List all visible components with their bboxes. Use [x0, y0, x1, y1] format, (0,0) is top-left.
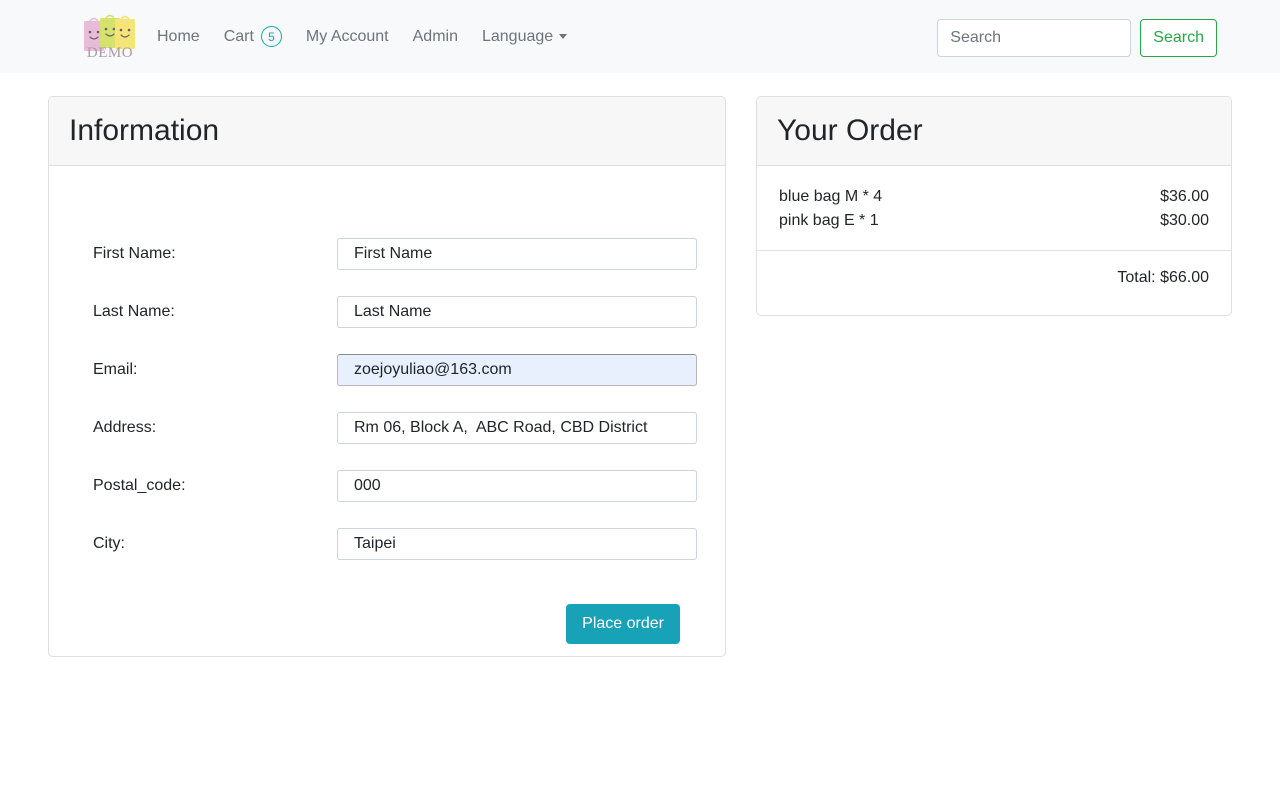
search-input[interactable]: [937, 19, 1132, 57]
nav-link-cart-label: Cart: [223, 27, 254, 45]
form-row-email: Email:: [49, 354, 725, 386]
information-card: Information First Name: Last Name: Email…: [48, 96, 726, 657]
top-navbar: DEMO Home Cart 5 My Account Admin Langua…: [0, 0, 1280, 73]
order-summary-card: Your Order blue bag M * 4 $36.00 pink ba…: [756, 96, 1232, 316]
order-total: Total: $66.00: [1117, 269, 1209, 286]
nav-link-home[interactable]: Home: [157, 20, 212, 54]
place-order-button[interactable]: Place order: [566, 604, 680, 645]
form-row-city: City:: [49, 528, 725, 560]
order-item-price: $36.00: [1160, 188, 1209, 205]
cart-count-badge: 5: [260, 26, 282, 47]
nav-link-language[interactable]: Language: [470, 20, 579, 54]
address-field[interactable]: [337, 412, 697, 444]
postal-code-field[interactable]: [337, 470, 697, 502]
demo-bags-logo-icon: DEMO: [84, 14, 135, 61]
nav-link-my-account[interactable]: My Account: [294, 20, 401, 54]
brand-logo[interactable]: DEMO: [80, 13, 140, 61]
order-item-name: pink bag E * 1: [779, 212, 879, 229]
order-summary-title: Your Order: [777, 114, 923, 147]
nav-link-admin[interactable]: Admin: [401, 20, 470, 54]
nav-link-cart[interactable]: Cart 5: [212, 18, 294, 55]
form-row-last-name: Last Name:: [49, 296, 725, 328]
information-card-header: Information: [49, 97, 725, 166]
chevron-down-icon: [559, 34, 568, 39]
search-area: Search: [937, 19, 1217, 57]
submit-row: Place order: [49, 604, 725, 645]
page-title: Information: [69, 114, 220, 147]
nav-link-language-label: Language: [481, 27, 554, 45]
first-name-field[interactable]: [337, 238, 697, 270]
email-field[interactable]: [337, 354, 697, 386]
last-name-field[interactable]: [337, 296, 697, 328]
nav-link-my-account-label: My Account: [305, 27, 389, 45]
order-items-list: blue bag M * 4 $36.00 pink bag E * 1 $30…: [757, 166, 1231, 250]
form-row-first-name: First Name:: [49, 238, 725, 270]
svg-text:DEMO: DEMO: [87, 45, 133, 61]
form-row-postal-code: Postal_code:: [49, 470, 725, 502]
checkout-form: First Name: Last Name: Email: Address: P…: [49, 238, 725, 797]
email-label: Email:: [93, 361, 138, 378]
form-row-address: Address:: [49, 412, 725, 444]
list-item: pink bag E * 1 $30.00: [779, 209, 1209, 233]
nav-link-admin-label: Admin: [412, 27, 458, 45]
city-field[interactable]: [337, 528, 697, 560]
search-button[interactable]: Search: [1140, 19, 1217, 57]
list-item: blue bag M * 4 $36.00: [779, 185, 1209, 209]
postal-code-label: Postal_code:: [93, 477, 186, 494]
first-name-label: First Name:: [93, 245, 176, 262]
last-name-label: Last Name:: [93, 303, 175, 320]
city-label: City:: [93, 535, 125, 552]
order-item-price: $30.00: [1160, 212, 1209, 229]
order-summary-header: Your Order: [757, 97, 1231, 166]
order-item-name: blue bag M * 4: [779, 188, 883, 205]
main-navigation: Home Cart 5 My Account Admin Language: [157, 0, 579, 73]
address-label: Address:: [93, 419, 157, 436]
nav-link-home-label: Home: [157, 27, 200, 45]
